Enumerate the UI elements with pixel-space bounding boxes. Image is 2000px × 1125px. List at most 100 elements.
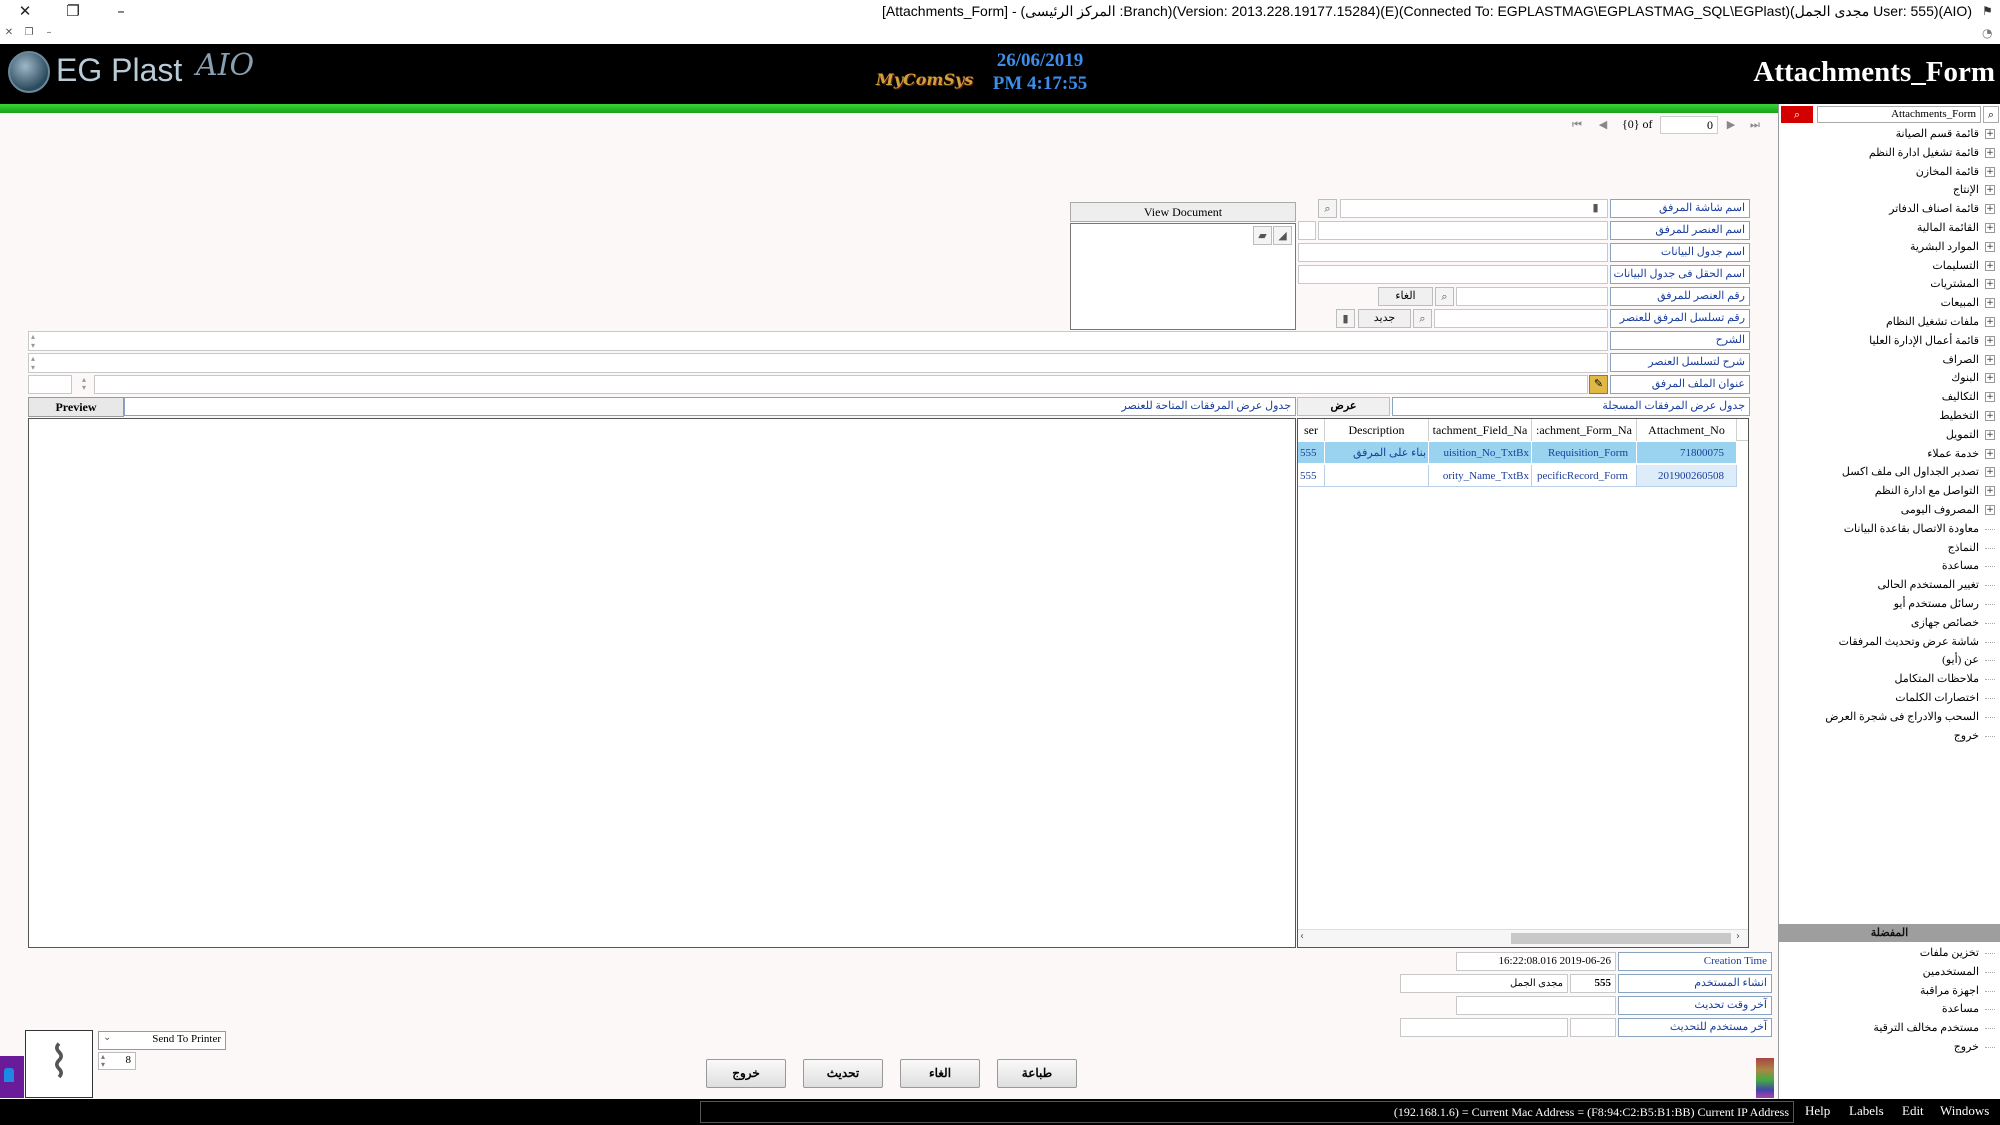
sequence-search-icon[interactable]: ⌕ [1413, 309, 1432, 328]
expand-icon[interactable]: + [1985, 429, 1995, 440]
sidebar-tree-item[interactable]: + قائمة المخازن [1779, 163, 1999, 182]
sidebar-tree-item[interactable]: ملاحظات المتكامل [1779, 670, 1999, 689]
exit-button[interactable]: خروج [706, 1059, 786, 1088]
sidebar-tree-item[interactable]: + التكاليف [1779, 388, 1999, 407]
expand-icon[interactable]: + [1985, 185, 1995, 196]
view-button[interactable]: عرض [1297, 397, 1390, 416]
sidebar-tree-item[interactable]: + الموارد البشرية [1779, 238, 1999, 257]
color-palette-icon[interactable] [1756, 1058, 1774, 1098]
expand-icon[interactable]: + [1985, 467, 1995, 478]
next-record-icon[interactable]: ▶ [1724, 118, 1738, 132]
printer-select[interactable]: ⌄ Send To Printer [98, 1031, 226, 1050]
grid-col-description[interactable]: Description [1325, 419, 1429, 441]
sidebar-search-input[interactable]: Attachments_Form [1817, 106, 1981, 123]
grid-col-user[interactable]: ser [1298, 419, 1325, 441]
sidebar-tree-item[interactable]: + المشتريات [1779, 275, 1999, 294]
favorite-item[interactable]: مساعدة [1779, 1000, 1999, 1019]
sidebar-tree-item[interactable]: + خدمة عملاء [1779, 445, 1999, 464]
expand-icon[interactable]: + [1985, 298, 1995, 309]
sequence-option-icon[interactable]: ▮ [1336, 309, 1355, 328]
sidebar-tree-item[interactable]: + الصراف [1779, 351, 1999, 370]
expand-icon[interactable]: + [1985, 166, 1995, 177]
sidebar-tree-item[interactable]: + التسليمات [1779, 257, 1999, 276]
expand-icon[interactable]: + [1985, 504, 1995, 515]
favorite-item[interactable]: تخزين ملفات [1779, 944, 1999, 963]
scroll-right-icon[interactable]: › [1736, 931, 1740, 942]
close-icon[interactable]: ✕ [2, 0, 48, 22]
sidebar-tree-item[interactable]: + القائمة المالية [1779, 219, 1999, 238]
sidebar-tree-item[interactable]: + قائمة اصناف الدفاتر [1779, 200, 1999, 219]
expand-icon[interactable]: + [1985, 373, 1995, 384]
field-name-field[interactable] [1298, 265, 1608, 284]
paperclip-icon[interactable]: ⌇ [25, 1030, 93, 1098]
sidebar-tree-item[interactable]: + قائمة تشغيل ادارة النظم [1779, 144, 1999, 163]
update-button[interactable]: تحديث [803, 1059, 883, 1088]
favorite-item[interactable]: مستخدم مخالف الترقية [1779, 1019, 1999, 1038]
restore-icon[interactable]: ❐ [50, 0, 96, 22]
sidebar-tree-item[interactable]: خصائص جهازى [1779, 614, 1999, 633]
side-tab-marker[interactable] [0, 1056, 24, 1098]
child-minimize-icon[interactable]: – [42, 26, 56, 40]
sidebar-tree-item[interactable]: + البنوك [1779, 369, 1999, 388]
sequence-explanation-field[interactable]: ▴ ▾ [28, 353, 1608, 373]
preview-button[interactable]: Preview [28, 397, 124, 417]
explanation-field[interactable]: ▴ ▾ [28, 331, 1608, 351]
search-icon[interactable]: ⌕ [1781, 106, 1813, 123]
sidebar-tree-item[interactable]: + تصدير الجداول الى ملف اكسل [1779, 463, 1999, 482]
sidebar-tree-item[interactable]: رسائل مستخدم أيو [1779, 595, 1999, 614]
sidebar-tree-item[interactable]: + قائمة أعمال الإدارة العليا [1779, 332, 1999, 351]
child-close-icon[interactable]: ✕ [2, 26, 16, 40]
record-number-input[interactable]: 0 [1660, 116, 1718, 134]
eraser-icon[interactable]: ◢ [1273, 226, 1292, 245]
menu-edit[interactable]: Edit [1902, 1103, 1924, 1119]
expand-icon[interactable]: + [1985, 260, 1995, 271]
new-button[interactable]: جديد [1358, 309, 1411, 328]
file-title-field[interactable] [94, 375, 1588, 394]
menu-windows[interactable]: Windows [1940, 1103, 1989, 1119]
sidebar-search-button[interactable]: ⌕ [1983, 106, 1999, 123]
sidebar-tree-item[interactable]: + التواصل مع ادارة النظم [1779, 482, 1999, 501]
sidebar-tree-item[interactable]: خروج [1779, 727, 1999, 746]
element-name-field[interactable] [1318, 221, 1608, 240]
sidebar-tree-item[interactable]: اختصارات الكلمات [1779, 689, 1999, 708]
expand-icon[interactable]: + [1985, 241, 1995, 252]
field-option-icon[interactable]: ▮ [1586, 199, 1605, 218]
expand-icon[interactable]: + [1985, 392, 1995, 403]
table-row[interactable]: 71800075 Requisition_Form uisition_No_Tx… [1298, 442, 1748, 464]
cancel-small-button[interactable]: الغاء [1378, 287, 1433, 306]
sidebar-tree-item[interactable]: السحب والادراج فى شجرة العرض [1779, 708, 1999, 727]
sidebar-tree-item[interactable]: + الإنتاج [1779, 181, 1999, 200]
expand-icon[interactable]: + [1985, 448, 1995, 459]
sidebar-tree-item[interactable]: النماذج [1779, 539, 1999, 558]
search-icon[interactable]: ⌕ [1318, 199, 1337, 218]
prev-record-icon[interactable]: ◀ [1596, 118, 1610, 132]
expand-icon[interactable]: + [1985, 335, 1995, 346]
favorite-item[interactable]: اجهزة مراقبة [1779, 982, 1999, 1001]
view-document-button[interactable]: View Document [1070, 202, 1296, 222]
child-restore-icon[interactable]: ❐ [22, 26, 36, 40]
grid-col-form-name[interactable]: :achment_Form_Na [1532, 419, 1637, 441]
expand-icon[interactable]: + [1985, 129, 1995, 139]
file-spin-arrows[interactable]: ▴ ▾ [76, 376, 92, 393]
table-row[interactable]: 201900260508 pecificRecord_Form ority_Na… [1298, 465, 1748, 487]
menu-labels[interactable]: Labels [1849, 1103, 1884, 1119]
expand-icon[interactable]: + [1985, 279, 1995, 290]
expand-icon[interactable]: + [1985, 410, 1995, 421]
open-folder-icon[interactable]: ▰ [1253, 226, 1272, 245]
table-name-field[interactable] [1298, 243, 1608, 262]
element-search-icon[interactable]: ⌕ [1435, 287, 1454, 306]
sidebar-tree-item[interactable]: شاشة عرض وتحديث المرفقات [1779, 633, 1999, 652]
file-spin-field[interactable] [28, 375, 72, 394]
sidebar-tree-item[interactable]: معاودة الاتصال بقاعدة البيانات [1779, 520, 1999, 539]
scroll-left-icon[interactable]: ‹ [1300, 931, 1304, 942]
sidebar-tree-item[interactable]: تغيير المستخدم الحالى [1779, 576, 1999, 595]
cancel-button[interactable]: الغاء [900, 1059, 980, 1088]
expand-icon[interactable]: + [1985, 147, 1995, 158]
grid-col-attachment-no[interactable]: Attachment_No [1637, 419, 1737, 441]
sidebar-tree-item[interactable]: عن (أيو) [1779, 651, 1999, 670]
expand-icon[interactable]: + [1985, 354, 1995, 365]
print-button[interactable]: طباعة [997, 1059, 1077, 1088]
sidebar-tree-item[interactable]: مساعدة [1779, 557, 1999, 576]
copies-stepper[interactable]: ▴ ▾ 8 [98, 1052, 136, 1070]
sidebar-tree-item[interactable]: + المبيعات [1779, 294, 1999, 313]
